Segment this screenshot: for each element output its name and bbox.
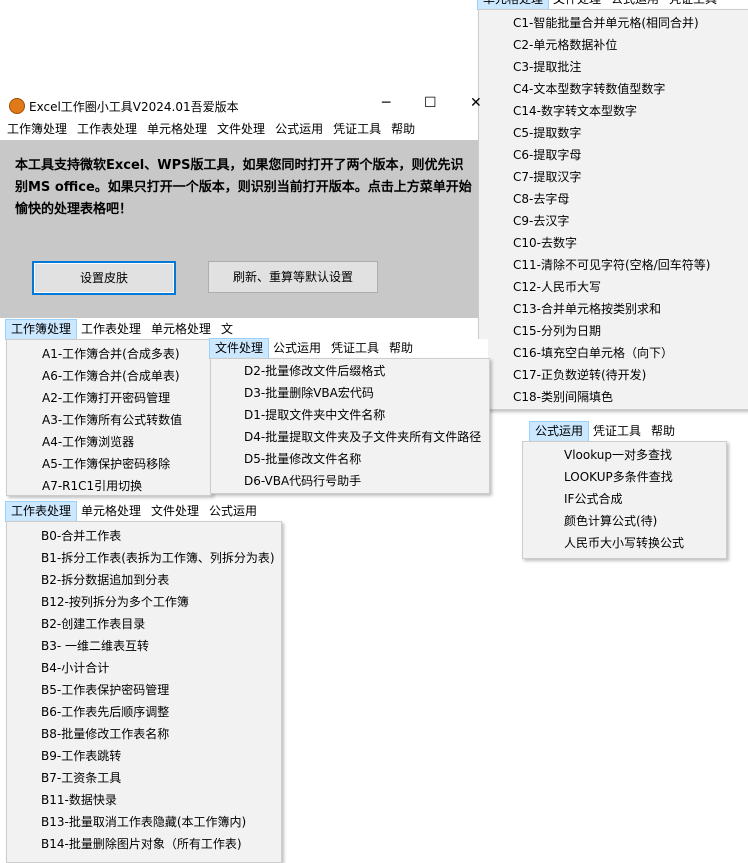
window-title: Excel工作圈小工具V2024.01吾爱版本 <box>29 100 239 114</box>
menu-item-c4[interactable]: C4-文本型数字转数值型数字 <box>513 78 710 100</box>
menu-voucher[interactable]: 凭证工具 <box>328 120 386 139</box>
menu-item-b6[interactable]: B6-工作表先后顺序调整 <box>41 701 275 723</box>
title-bar: Excel工作圈小工具V2024.01吾爱版本 ─ ☐ ✕ <box>0 94 482 118</box>
menu-item-vlookup[interactable]: Vlookup一对多查找 <box>564 444 684 466</box>
menu-item-c6[interactable]: C6-提取字母 <box>513 144 710 166</box>
menu-item-c3[interactable]: C3-提取批注 <box>513 56 710 78</box>
menu-item-color-formula[interactable]: 颜色计算公式(待) <box>564 510 684 532</box>
menu-help[interactable]: 帮助 <box>646 422 680 441</box>
menu-item-b13[interactable]: B13-批量取消工作表隐藏(本工作簿内) <box>41 811 275 833</box>
worksheet-dropdown: B0-合并工作表 B1-拆分工作表(表拆为工作簿、列拆分为表) B2-拆分数据追… <box>6 521 282 863</box>
menu-item-c10[interactable]: C10-去数字 <box>513 232 710 254</box>
menu-workbook-active[interactable]: 工作簿处理 <box>4 319 78 340</box>
menu-item-c12[interactable]: C12-人民币大写 <box>513 276 710 298</box>
menu-item-b7[interactable]: B7-工资条工具 <box>41 767 275 789</box>
menu-item-a2[interactable]: A2-工作簿打开密码管理 <box>42 387 182 409</box>
menu-item-d3[interactable]: D3-批量删除VBA宏代码 <box>244 382 481 404</box>
menu-item-b3[interactable]: B3- 一维二维表互转 <box>41 635 275 657</box>
menu-item-d1[interactable]: D1-提取文件夹中文件名称 <box>244 404 481 426</box>
menu-item-c5[interactable]: C5-提取数字 <box>513 122 710 144</box>
welcome-message: 本工具支持微软Excel、WPS版工具，如果您同时打开了两个版本，则优先识别MS… <box>15 158 472 217</box>
menu-item-c17[interactable]: C17-正负数逆转(待开发) <box>513 364 710 386</box>
menu-voucher[interactable]: 凭证工具 <box>588 422 646 441</box>
menu-item-b12[interactable]: B12-按列拆分为多个工作簿 <box>41 591 275 613</box>
menu-worksheet[interactable]: 工作表处理 <box>72 120 142 139</box>
app-logo-icon <box>9 98 25 114</box>
menu-item-b8[interactable]: B8-批量修改工作表名称 <box>41 723 275 745</box>
menu-item-a3[interactable]: A3-工作簿所有公式转数值 <box>42 409 182 431</box>
menu-formula[interactable]: 公式运用 <box>270 120 328 139</box>
menu-item-d5[interactable]: D5-批量修改文件名称 <box>244 448 481 470</box>
formula-dropdown: Vlookup一对多查找 LOOKUP多条件查找 IF公式合成 颜色计算公式(待… <box>522 441 727 559</box>
worksheet-menu-bar: 工作表处理 单元格处理 文件处理 公式运用 <box>4 501 280 522</box>
menu-item-a4[interactable]: A4-工作簿浏览器 <box>42 431 182 453</box>
close-icon[interactable]: ✕ <box>470 95 482 111</box>
menu-workbook[interactable]: 工作簿处理 <box>2 120 72 139</box>
menu-voucher[interactable]: 凭证工具 <box>664 0 722 9</box>
menu-item-b1[interactable]: B1-拆分工作表(表拆为工作簿、列拆分为表) <box>41 547 275 569</box>
menu-item-a7[interactable]: A7-R1C1引用切换 <box>42 475 182 497</box>
menu-item-lookup[interactable]: LOOKUP多条件查找 <box>564 466 684 488</box>
menu-item-rmb-formula[interactable]: 人民币大小写转换公式 <box>564 532 684 554</box>
menu-file[interactable]: 文件处理 <box>146 502 204 521</box>
file-dropdown: D2-批量修改文件后缀格式 D3-批量删除VBA宏代码 D1-提取文件夹中文件名… <box>210 358 490 494</box>
menu-item-c14[interactable]: C14-数字转文本型数字 <box>513 100 710 122</box>
menu-item-c18[interactable]: C18-类别间隔填色 <box>513 386 710 408</box>
menu-worksheet-active[interactable]: 工作表处理 <box>4 501 78 522</box>
menu-item-d6[interactable]: D6-VBA代码行号助手 <box>244 470 481 492</box>
menu-item-a1[interactable]: A1-工作簿合并(合成多表) <box>42 343 182 365</box>
menu-item-c8[interactable]: C8-去字母 <box>513 188 710 210</box>
menu-voucher[interactable]: 凭证工具 <box>326 339 384 358</box>
menu-formula[interactable]: 公式运用 <box>204 502 262 521</box>
minimize-icon[interactable]: ─ <box>382 95 390 111</box>
menu-cell[interactable]: 单元格处理 <box>142 120 212 139</box>
menu-worksheet[interactable]: 工作表处理 <box>76 320 146 339</box>
workbook-dropdown: A1-工作簿合并(合成多表) A6-工作簿合并(合成单表) A2-工作簿打开密码… <box>6 339 212 496</box>
file-menu-bar: 文件处理 公式运用 凭证工具 帮助 <box>208 338 488 359</box>
refresh-defaults-button[interactable]: 刷新、重算等默认设置 <box>208 261 378 293</box>
menu-item-a6[interactable]: A6-工作簿合并(合成单表) <box>42 365 182 387</box>
menu-item-a5[interactable]: A5-工作簿保护密码移除 <box>42 453 182 475</box>
menu-item-b4[interactable]: B4-小计合计 <box>41 657 275 679</box>
main-menu-bar: 工作簿处理 工作表处理 单元格处理 文件处理 公式运用 凭证工具 帮助 <box>2 120 478 139</box>
menu-item-c7[interactable]: C7-提取汉字 <box>513 166 710 188</box>
menu-item-c13[interactable]: C13-合并单元格按类别求和 <box>513 298 710 320</box>
workbook-menu-bar: 工作簿处理 工作表处理 单元格处理 文 <box>4 319 246 340</box>
menu-item-c11[interactable]: C11-清除不可见字符(空格/回车符等) <box>513 254 710 276</box>
menu-file-truncated[interactable]: 文 <box>216 320 238 339</box>
menu-item-c15[interactable]: C15-分列为日期 <box>513 320 710 342</box>
set-skin-button[interactable]: 设置皮肤 <box>32 261 176 295</box>
menu-formula[interactable]: 公式运用 <box>606 0 664 9</box>
menu-item-b14[interactable]: B14-批量删除图片对象（所有工作表) <box>41 833 275 855</box>
maximize-icon[interactable]: ☐ <box>424 95 437 111</box>
menu-help[interactable]: 帮助 <box>384 339 418 358</box>
menu-formula-active[interactable]: 公式运用 <box>528 421 590 442</box>
menu-cell[interactable]: 单元格处理 <box>146 320 216 339</box>
menu-item-if[interactable]: IF公式合成 <box>564 488 684 510</box>
menu-item-c2[interactable]: C2-单元格数据补位 <box>513 34 710 56</box>
menu-item-b2-toc[interactable]: B2-创建工作表目录 <box>41 613 275 635</box>
window-body: 本工具支持微软Excel、WPS版工具，如果您同时打开了两个版本，则优先识别MS… <box>0 140 478 318</box>
menu-item-c16[interactable]: C16-填充空白单元格（向下） <box>513 342 710 364</box>
formula-menu-bar: 公式运用 凭证工具 帮助 <box>528 421 726 442</box>
menu-file[interactable]: 文件处理 <box>212 120 270 139</box>
menu-file-processing[interactable]: 文件处理 <box>548 0 606 9</box>
menu-item-b9[interactable]: B9-工作表跳转 <box>41 745 275 767</box>
menu-cell-processing[interactable]: 单元格处理 <box>476 0 550 10</box>
menu-item-b0[interactable]: B0-合并工作表 <box>41 525 275 547</box>
menu-item-d2[interactable]: D2-批量修改文件后缀格式 <box>244 360 481 382</box>
menu-cell[interactable]: 单元格处理 <box>76 502 146 521</box>
menu-file-active[interactable]: 文件处理 <box>208 338 270 359</box>
cell-processing-dropdown: C1-智能批量合并单元格(相同合并) C2-单元格数据补位 C3-提取批注 C4… <box>478 9 748 410</box>
menu-item-c9[interactable]: C9-去汉字 <box>513 210 710 232</box>
menu-item-b2-append[interactable]: B2-拆分数据追加到分表 <box>41 569 275 591</box>
menu-item-c1[interactable]: C1-智能批量合并单元格(相同合并) <box>513 12 710 34</box>
menu-formula[interactable]: 公式运用 <box>268 339 326 358</box>
menu-help[interactable]: 帮助 <box>386 120 420 139</box>
menu-item-b11[interactable]: B11-数据快录 <box>41 789 275 811</box>
cell-menu-bar: 单元格处理 文件处理 公式运用 凭证工具 <box>476 0 748 10</box>
menu-item-b5[interactable]: B5-工作表保护密码管理 <box>41 679 275 701</box>
menu-item-d4[interactable]: D4-批量提取文件夹及子文件夹所有文件路径 <box>244 426 481 448</box>
